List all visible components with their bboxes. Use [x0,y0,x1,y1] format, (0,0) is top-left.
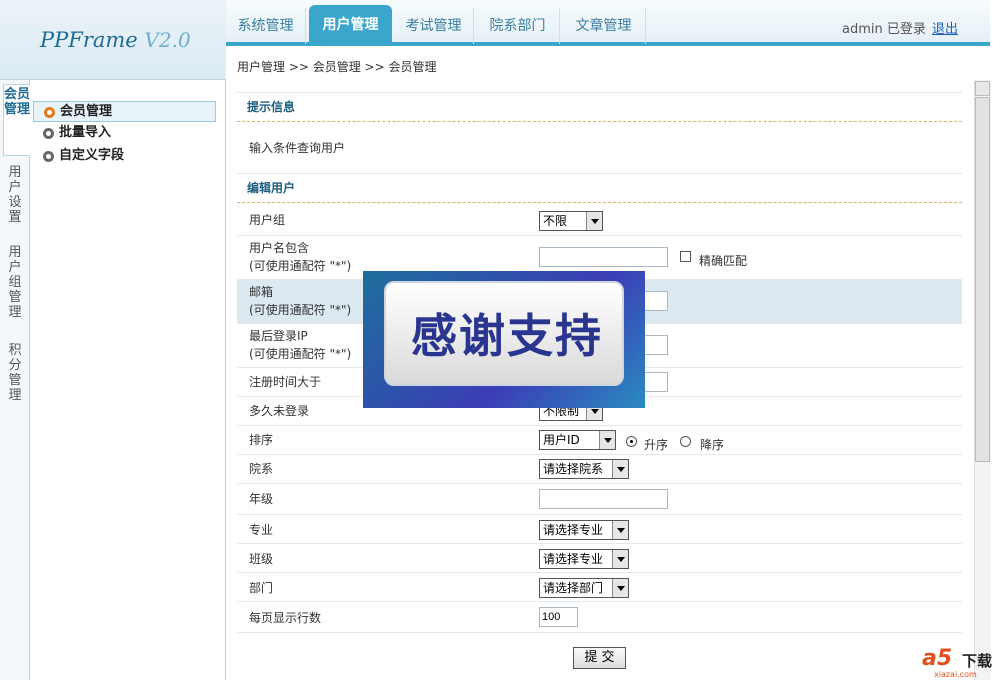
tab-articles[interactable]: 文章管理 [562,8,646,44]
bullet-icon [43,151,54,162]
tip-text: 输入条件查询用户 [249,141,346,155]
tab-departments[interactable]: 院系部门 [476,8,560,44]
chevron-down-icon [599,431,615,449]
row-major: 专业 请选择专业 [237,515,962,544]
vtab-user-group-management[interactable]: 用户组管理 [3,245,27,327]
sort-desc-radio[interactable] [680,436,691,447]
overlay-banner-text: 感谢支持 [411,309,603,363]
grade-label: 年级 [249,492,274,506]
dept-select[interactable]: 请选择部门 [539,578,629,598]
app-logo: PPFrame V2.0 [40,28,191,52]
dept-label: 部门 [249,581,274,595]
grade-input[interactable] [539,489,668,509]
sort-desc-label: 降序 [700,438,725,452]
watermark-text: 下载 [962,652,993,670]
sidebar-panel [30,80,226,680]
username-input[interactable] [539,247,668,267]
tip-section-title: 提示信息 [237,92,962,122]
chevron-down-icon [612,521,628,539]
department-label: 院系 [249,462,274,476]
sort-select[interactable]: 用户ID [539,430,616,450]
scrollbar-thumb[interactable] [975,97,990,462]
inactive-label: 多久未登录 [249,404,310,418]
user-group-label: 用户组 [249,213,286,227]
page-size-label: 每页显示行数 [249,611,322,625]
sidebar-item-batch-import[interactable]: 批量导入 [33,123,216,144]
row-department: 院系 请选择院系 [237,455,962,484]
row-class: 班级 请选择专业 [237,544,962,573]
tab-users[interactable]: 用户管理 [309,5,392,44]
row-user-group: 用户组 不限 [237,205,962,236]
window-edge [991,0,1008,680]
user-group-select[interactable]: 不限 [539,211,603,231]
scroll-up-arrow-icon[interactable] [975,81,990,96]
sort-asc-radio[interactable] [626,436,637,447]
bullet-icon [43,128,54,139]
reg-time-label: 注册时间大于 [249,375,322,389]
department-select[interactable]: 请选择院系 [539,459,629,479]
tab-system[interactable]: 系统管理 [226,8,306,44]
sort-label: 排序 [249,433,274,447]
tip-row: 输入条件查询用户 [237,122,962,174]
sidebar-item-label: 会员管理 [60,104,113,119]
sort-asc-label: 升序 [644,438,669,452]
class-select[interactable]: 请选择专业 [539,549,629,569]
row-dept: 部门 请选择部门 [237,573,962,602]
sidebar-item-label: 批量导入 [59,125,112,140]
breadcrumb: 用户管理 >> 会员管理 >> 会员管理 [237,60,437,74]
chevron-down-icon [612,460,628,478]
exact-match-label: 精确匹配 [699,254,748,268]
sidebar-item-custom-fields[interactable]: 自定义字段 [33,146,216,167]
chevron-down-icon [612,579,628,597]
row-page-size: 每页显示行数 [237,602,962,633]
chevron-down-icon [586,212,602,230]
logout-link[interactable]: 退出 [932,18,958,37]
vtab-member-management[interactable]: 会员管理 [3,84,30,156]
submit-button[interactable]: 提 交 [573,647,626,669]
last-ip-label: 最后登录IP [249,329,308,343]
bullet-icon [44,107,55,118]
last-ip-hint: (可使用通配符 "*") [249,347,352,361]
watermark-logo: a5 [922,646,953,671]
username-label: 用户名包含 [249,241,310,255]
row-grade: 年级 [237,484,962,515]
email-hint: (可使用通配符 "*") [249,303,352,317]
class-label: 班级 [249,552,274,566]
row-sort: 排序 用户ID 升序 降序 [237,426,962,455]
login-status: admin 已登录 [842,22,926,37]
major-label: 专业 [249,523,274,537]
page-size-input[interactable] [539,607,578,627]
sidebar-item-member-management[interactable]: 会员管理 [33,101,216,122]
exact-match-checkbox[interactable] [680,251,691,262]
vtab-points-management[interactable]: 积分管理 [3,343,27,409]
tab-exams[interactable]: 考试管理 [394,8,474,44]
major-select[interactable]: 请选择专业 [539,520,629,540]
sidebar-item-label: 自定义字段 [59,148,125,163]
form-section-title: 编辑用户 [237,173,962,203]
email-label: 邮箱 [249,285,274,299]
watermark-site: xiazai.com [934,670,977,679]
chevron-down-icon [612,550,628,568]
username-hint: (可使用通配符 "*") [249,259,352,273]
vtab-user-settings[interactable]: 用户设置 [3,165,27,231]
